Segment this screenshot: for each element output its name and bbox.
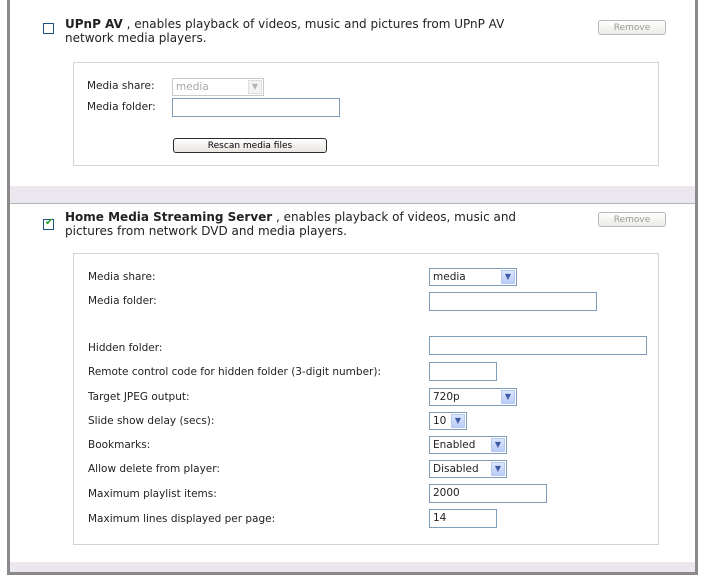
upnp-media-share-select[interactable]: media ▼ bbox=[172, 78, 264, 96]
hidden-folder-input[interactable] bbox=[429, 336, 647, 355]
upnp-title: UPnP AV , enables playback of videos, mu… bbox=[65, 17, 545, 45]
section-divider bbox=[10, 203, 695, 204]
chevron-down-icon: ▼ bbox=[501, 390, 515, 404]
slide-delay-select[interactable]: 10 ▼ bbox=[429, 412, 467, 430]
chevron-down-icon: ▼ bbox=[248, 80, 262, 94]
allow-delete-select[interactable]: Disabled ▼ bbox=[429, 460, 507, 478]
bookmarks-label: Bookmarks: bbox=[88, 439, 151, 451]
bookmarks-select[interactable]: Enabled ▼ bbox=[429, 436, 507, 454]
max-lines-label: Maximum lines displayed per page: bbox=[88, 513, 276, 525]
upnp-media-share-value: media bbox=[176, 81, 209, 93]
hmss-enable-checkbox[interactable] bbox=[43, 217, 54, 230]
jpeg-output-label: Target JPEG output: bbox=[88, 391, 190, 403]
chevron-down-icon: ▼ bbox=[491, 438, 505, 452]
hidden-folder-label: Hidden folder: bbox=[88, 342, 163, 354]
media-share-label: Media share: bbox=[88, 271, 156, 283]
media-folder-input[interactable] bbox=[429, 292, 597, 311]
media-folder-label: Media folder: bbox=[88, 295, 157, 307]
upnp-description-1: , enables playback of videos, music and … bbox=[122, 17, 505, 31]
media-share-value: media bbox=[433, 271, 466, 283]
upnp-description-2: network media players. bbox=[65, 31, 207, 45]
max-playlist-label: Maximum playlist items: bbox=[88, 488, 217, 500]
bookmarks-value: Enabled bbox=[433, 439, 476, 451]
media-share-select[interactable]: media ▼ bbox=[429, 268, 517, 286]
remote-code-input[interactable] bbox=[429, 362, 497, 381]
remote-code-label: Remote control code for hidden folder (3… bbox=[88, 366, 381, 378]
jpeg-output-value: 720p bbox=[433, 391, 460, 403]
jpeg-output-select[interactable]: 720p ▼ bbox=[429, 388, 517, 406]
hmss-description-2: pictures from network DVD and media play… bbox=[65, 224, 347, 238]
rescan-media-files-button[interactable]: Rescan media files bbox=[173, 138, 327, 153]
section-separator bbox=[10, 186, 695, 203]
allow-delete-value: Disabled bbox=[433, 463, 479, 475]
hmss-settings-panel: Media share: media ▼ Media folder: Hidde… bbox=[73, 253, 659, 545]
chevron-down-icon: ▼ bbox=[491, 462, 505, 476]
slide-delay-label: Slide show delay (secs): bbox=[88, 415, 215, 427]
upnp-enable-checkbox[interactable] bbox=[43, 23, 54, 34]
max-playlist-input[interactable]: 2000 bbox=[429, 484, 547, 503]
slide-delay-value: 10 bbox=[433, 415, 447, 427]
max-lines-input[interactable]: 14 bbox=[429, 509, 497, 528]
allow-delete-label: Allow delete from player: bbox=[88, 463, 220, 475]
bottom-separator bbox=[10, 562, 695, 572]
hmss-description-1: , enables playback of videos, music and bbox=[272, 210, 517, 224]
chevron-down-icon: ▼ bbox=[501, 270, 515, 284]
hmss-title: Home Media Streaming Server , enables pl… bbox=[65, 210, 585, 238]
hmss-name: Home Media Streaming Server bbox=[65, 210, 273, 224]
upnp-remove-button[interactable]: Remove bbox=[598, 20, 666, 35]
chevron-down-icon: ▼ bbox=[451, 414, 465, 428]
upnp-media-folder-input[interactable] bbox=[172, 98, 340, 117]
upnp-media-folder-label: Media folder: bbox=[87, 101, 156, 113]
upnp-name: UPnP AV bbox=[65, 17, 123, 31]
upnp-media-share-label: Media share: bbox=[87, 80, 155, 92]
settings-frame: UPnP AV , enables playback of videos, mu… bbox=[7, 0, 698, 575]
upnp-settings-panel: Media share: media ▼ Media folder: Resca… bbox=[73, 62, 659, 166]
hmss-remove-button[interactable]: Remove bbox=[598, 212, 666, 227]
